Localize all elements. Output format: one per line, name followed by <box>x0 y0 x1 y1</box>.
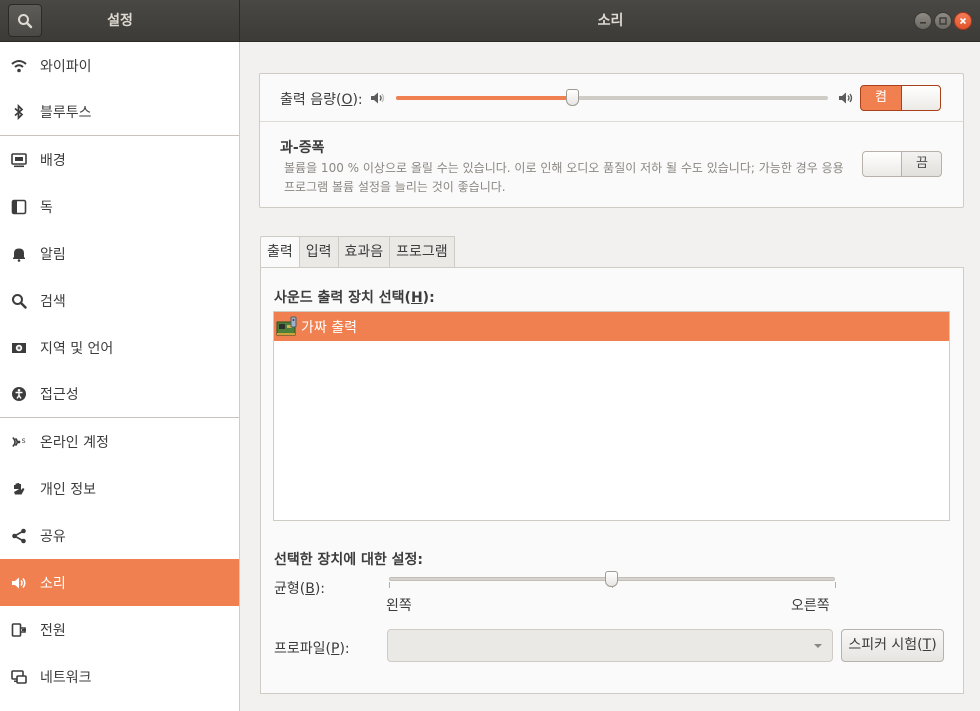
tab-input[interactable]: 입력 <box>298 236 339 267</box>
volume-frame: 출력 음량(O): 켬 과-증폭 볼륨을 100 % 이상으로 올릴 수는 있습… <box>259 73 964 208</box>
online-accounts-icon: S <box>11 434 27 450</box>
sidebar-item-region[interactable]: 지역 및 언어 <box>0 324 239 371</box>
over-amplification-switch[interactable]: 끔 <box>862 151 942 177</box>
sidebar-item-notifications[interactable]: 알림 <box>0 230 239 277</box>
svg-text:S: S <box>22 437 26 444</box>
sidebar-item-sharing[interactable]: 공유 <box>0 512 239 559</box>
switch-thumb <box>901 86 940 110</box>
sidebar-item-label: 지역 및 언어 <box>40 340 114 357</box>
volume-high-icon <box>839 92 853 104</box>
sidebar-item-label: 네트워크 <box>40 669 92 686</box>
volume-switch[interactable]: 켬 <box>860 85 941 111</box>
chevron-down-icon <box>814 644 822 648</box>
background-icon <box>11 152 27 168</box>
sidebar: 와이파이 블루투스 배경 독 알림 검색 지역 및 언어 접근성 S 온라인 계… <box>0 42 240 711</box>
list-item[interactable]: 가짜 출력 <box>274 312 949 341</box>
accessibility-icon <box>11 386 27 402</box>
share-icon <box>11 528 27 544</box>
over-amplification-title: 과-증폭 <box>280 140 325 156</box>
balance-right-label: 오른쪽 <box>791 598 830 614</box>
sidebar-item-accessibility[interactable]: 접근성 <box>0 371 239 418</box>
sidebar-item-online-accounts[interactable]: S 온라인 계정 <box>0 418 239 465</box>
output-panel: 사운드 출력 장치 선택(H): 가짜 출력 선택한 장치에 대한 설정: 균형… <box>260 267 964 694</box>
profile-select[interactable] <box>387 629 833 662</box>
sidebar-item-search[interactable]: 검색 <box>0 277 239 324</box>
privacy-hand-icon <box>11 481 27 497</box>
sidebar-item-sound[interactable]: 소리 <box>0 559 239 606</box>
region-icon <box>11 340 27 356</box>
sidebar-item-background[interactable]: 배경 <box>0 136 239 183</box>
sidebar-item-bluetooth[interactable]: 블루투스 <box>0 89 239 136</box>
close-button[interactable] <box>954 12 972 30</box>
output-volume-label: 출력 음량(O): <box>280 92 363 108</box>
search-icon <box>11 293 27 309</box>
sound-tabs: 출력 입력 효과음 프로그램 <box>260 236 455 269</box>
balance-tick-left <box>389 582 390 588</box>
balance-left-label: 왼쪽 <box>386 598 412 614</box>
sidebar-item-label: 전원 <box>40 622 66 639</box>
wifi-icon <box>11 58 27 74</box>
network-icon <box>11 669 27 685</box>
maximize-icon <box>939 17 947 25</box>
sidebar-item-label: 독 <box>40 199 53 216</box>
sidebar-item-label: 접근성 <box>40 387 79 403</box>
header-bar: 설정 소리 <box>0 0 980 42</box>
sidebar-item-label: 배경 <box>40 152 66 169</box>
balance-slider-handle[interactable] <box>605 571 618 587</box>
search-icon <box>18 13 33 28</box>
sidebar-item-dock[interactable]: 독 <box>0 183 239 230</box>
sidebar-item-label: 알림 <box>40 246 66 263</box>
minimize-icon <box>920 22 926 24</box>
volume-slider-handle[interactable] <box>566 89 580 106</box>
sidebar-item-label: 와이파이 <box>40 58 92 75</box>
tab-output[interactable]: 출력 <box>260 236 300 269</box>
device-name: 가짜 출력 <box>301 319 357 336</box>
over-amplification-switch-label: 끔 <box>916 156 928 171</box>
sidebar-item-power[interactable]: 전원 <box>0 606 239 653</box>
switch-thumb <box>863 152 902 176</box>
sidebar-item-privacy[interactable]: 개인 정보 <box>0 465 239 512</box>
sidebar-item-network[interactable]: 네트워크 <box>0 653 239 700</box>
minimize-button[interactable] <box>914 12 932 30</box>
sidebar-header: 설정 <box>0 0 240 42</box>
tab-sound-effects[interactable]: 효과음 <box>337 236 391 267</box>
bell-icon <box>11 246 27 262</box>
output-device-section-title: 사운드 출력 장치 선택(H): <box>274 290 435 306</box>
sidebar-item-label: 개인 정보 <box>40 481 96 498</box>
volume-low-icon <box>371 92 385 104</box>
sidebar-item-label: 공유 <box>40 528 66 545</box>
bluetooth-icon <box>11 104 27 120</box>
output-volume-row: 출력 음량(O): 켬 <box>260 74 963 122</box>
tab-applications[interactable]: 프로그램 <box>389 236 455 267</box>
close-icon <box>959 17 967 25</box>
profile-label: 프로파일(P): <box>274 641 350 657</box>
output-volume-slider[interactable] <box>396 96 828 100</box>
speaker-icon <box>11 575 27 591</box>
over-amplification-description: 볼륨을 100 % 이상으로 올릴 수는 있습니다. 이로 인해 오디오 품질이… <box>284 161 844 194</box>
dock-icon <box>11 199 27 215</box>
sidebar-item-label: 블루투스 <box>40 105 92 121</box>
sidebar-item-label: 검색 <box>40 293 66 310</box>
sound-card-icon <box>276 316 297 335</box>
test-speakers-button[interactable]: 스피커 시험(T) <box>841 629 944 662</box>
sidebar-item-wifi[interactable]: 와이파이 <box>0 42 239 89</box>
device-settings-title: 선택한 장치에 대한 설정: <box>274 552 424 568</box>
volume-switch-label: 켬 <box>875 90 887 105</box>
search-button[interactable] <box>8 4 42 37</box>
maximize-button[interactable] <box>934 12 952 30</box>
sidebar-item-label: 온라인 계정 <box>40 434 109 451</box>
volume-slider-fill <box>396 96 574 100</box>
sidebar-item-label: 소리 <box>40 575 66 592</box>
balance-tick-right <box>835 582 836 588</box>
power-icon <box>11 622 27 638</box>
window-title: 소리 <box>597 13 624 29</box>
output-device-list[interactable]: 가짜 출력 <box>273 311 950 521</box>
balance-label: 균형(B): <box>274 581 326 597</box>
